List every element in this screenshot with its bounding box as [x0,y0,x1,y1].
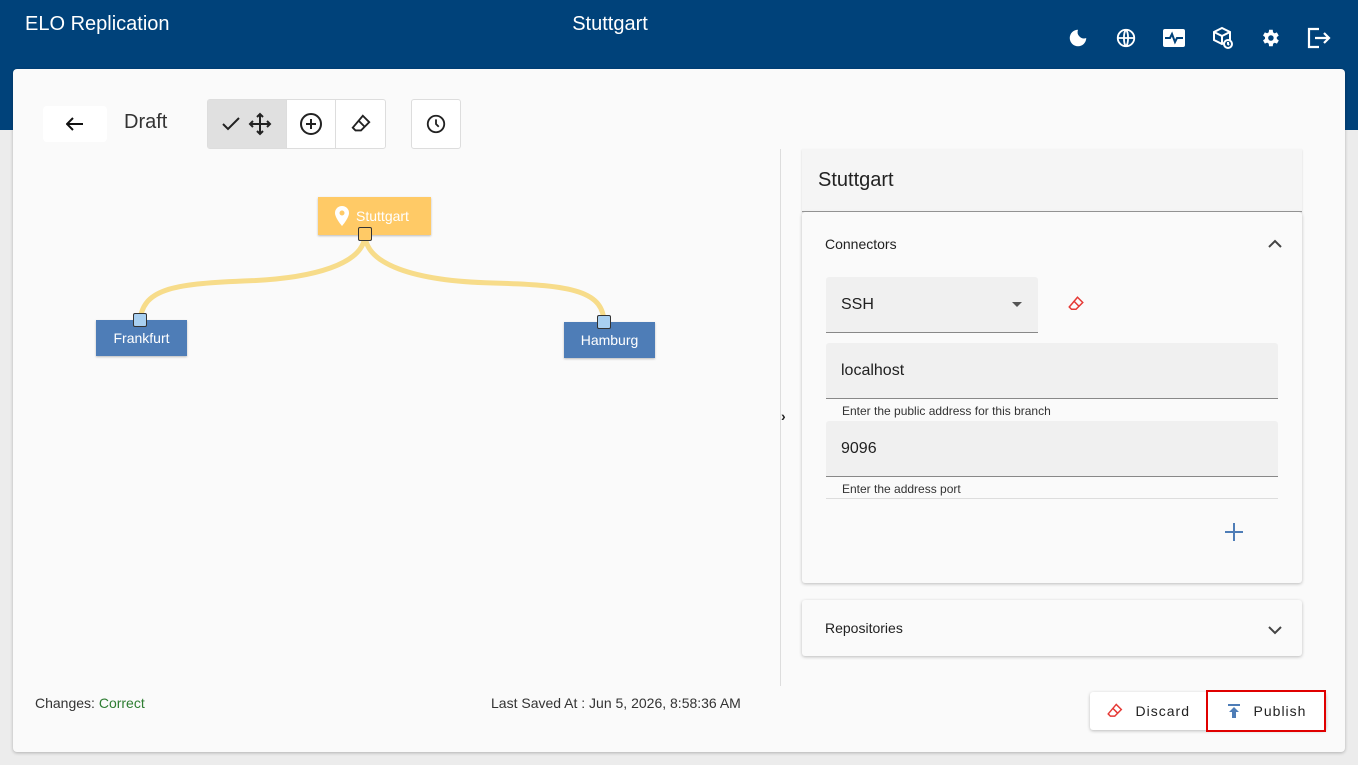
add-circle-icon [300,113,322,135]
clock-icon [426,114,446,134]
node-port[interactable] [358,227,372,241]
port-hint: Enter the address port [842,482,961,496]
draft-label: Draft [124,111,168,133]
chevron-up-icon[interactable] [1268,236,1282,254]
port-value: 9096 [841,439,877,457]
connector-type-select[interactable]: SSH [826,277,1038,333]
address-hint: Enter the public address for this branch [842,404,1051,418]
dropdown-caret-icon [1012,302,1022,307]
erase-tool[interactable] [336,100,385,148]
chevron-down-icon[interactable] [1268,622,1282,640]
divider [826,498,1278,499]
panel-title: Stuttgart [802,149,1302,212]
graph-links [137,233,607,326]
add-connector-icon[interactable] [1220,518,1248,551]
monitor-icon[interactable] [1158,24,1190,52]
address-field[interactable]: localhost [826,343,1278,399]
node-port[interactable] [133,313,147,327]
node-label: Hamburg [580,332,639,348]
delete-connector-icon[interactable] [1067,295,1085,318]
port-field[interactable]: 9096 [826,421,1278,477]
back-button[interactable] [43,106,107,142]
move-icon [248,112,272,136]
settings-icon[interactable] [1254,24,1286,52]
node-label: Frankfurt [113,330,170,346]
logout-icon[interactable] [1302,24,1334,52]
check-icon [222,117,240,131]
select-move-tool[interactable] [208,100,287,148]
link-hamburg [362,233,607,326]
add-node-tool[interactable] [287,100,336,148]
branch-title: Stuttgart [572,13,648,35]
publish-label: Publish [1253,703,1307,719]
repositories-panel[interactable]: Repositories [802,600,1302,656]
connectors-title: Connectors [825,236,897,252]
graph-canvas[interactable]: Stuttgart Frankfurt Hamburg [13,69,780,752]
history-button[interactable] [411,99,461,149]
language-icon[interactable] [1110,24,1142,52]
connector-type-value: SSH [841,295,874,313]
editor-card: Stuttgart Frankfurt Hamburg Draft › Stut… [13,69,1345,752]
repositories-title: Repositories [825,620,903,636]
package-clock-icon[interactable] [1206,24,1238,52]
footer-actions: Discard Publish [1090,690,1326,732]
connectors-panel: Connectors SSH localhost Enter the publi… [802,212,1302,583]
location-pin-icon [335,206,350,226]
changes-status: Changes: Correct [35,695,145,711]
arrow-left-icon [66,117,83,131]
publish-icon [1227,704,1240,718]
eraser-icon [351,114,371,132]
node-port[interactable] [597,315,611,329]
last-saved-text: Last Saved At : Jun 5, 2026, 8:58:36 AM [491,695,741,711]
node-stuttgart[interactable]: Stuttgart [318,197,431,235]
address-value: localhost [841,361,905,379]
node-label: Stuttgart [356,208,409,224]
publish-button[interactable]: Publish [1206,690,1326,732]
collapse-panel-icon[interactable]: › [781,408,786,424]
edit-mode-toolbar [207,99,386,149]
header-actions [1062,24,1334,52]
dark-mode-icon[interactable] [1062,24,1094,52]
discard-label: Discard [1135,703,1190,719]
eraser-icon [1107,703,1123,717]
changes-label: Changes: [35,695,95,711]
discard-button[interactable]: Discard [1090,692,1206,730]
changes-value: Correct [98,695,145,711]
link-frankfurt [137,233,368,324]
